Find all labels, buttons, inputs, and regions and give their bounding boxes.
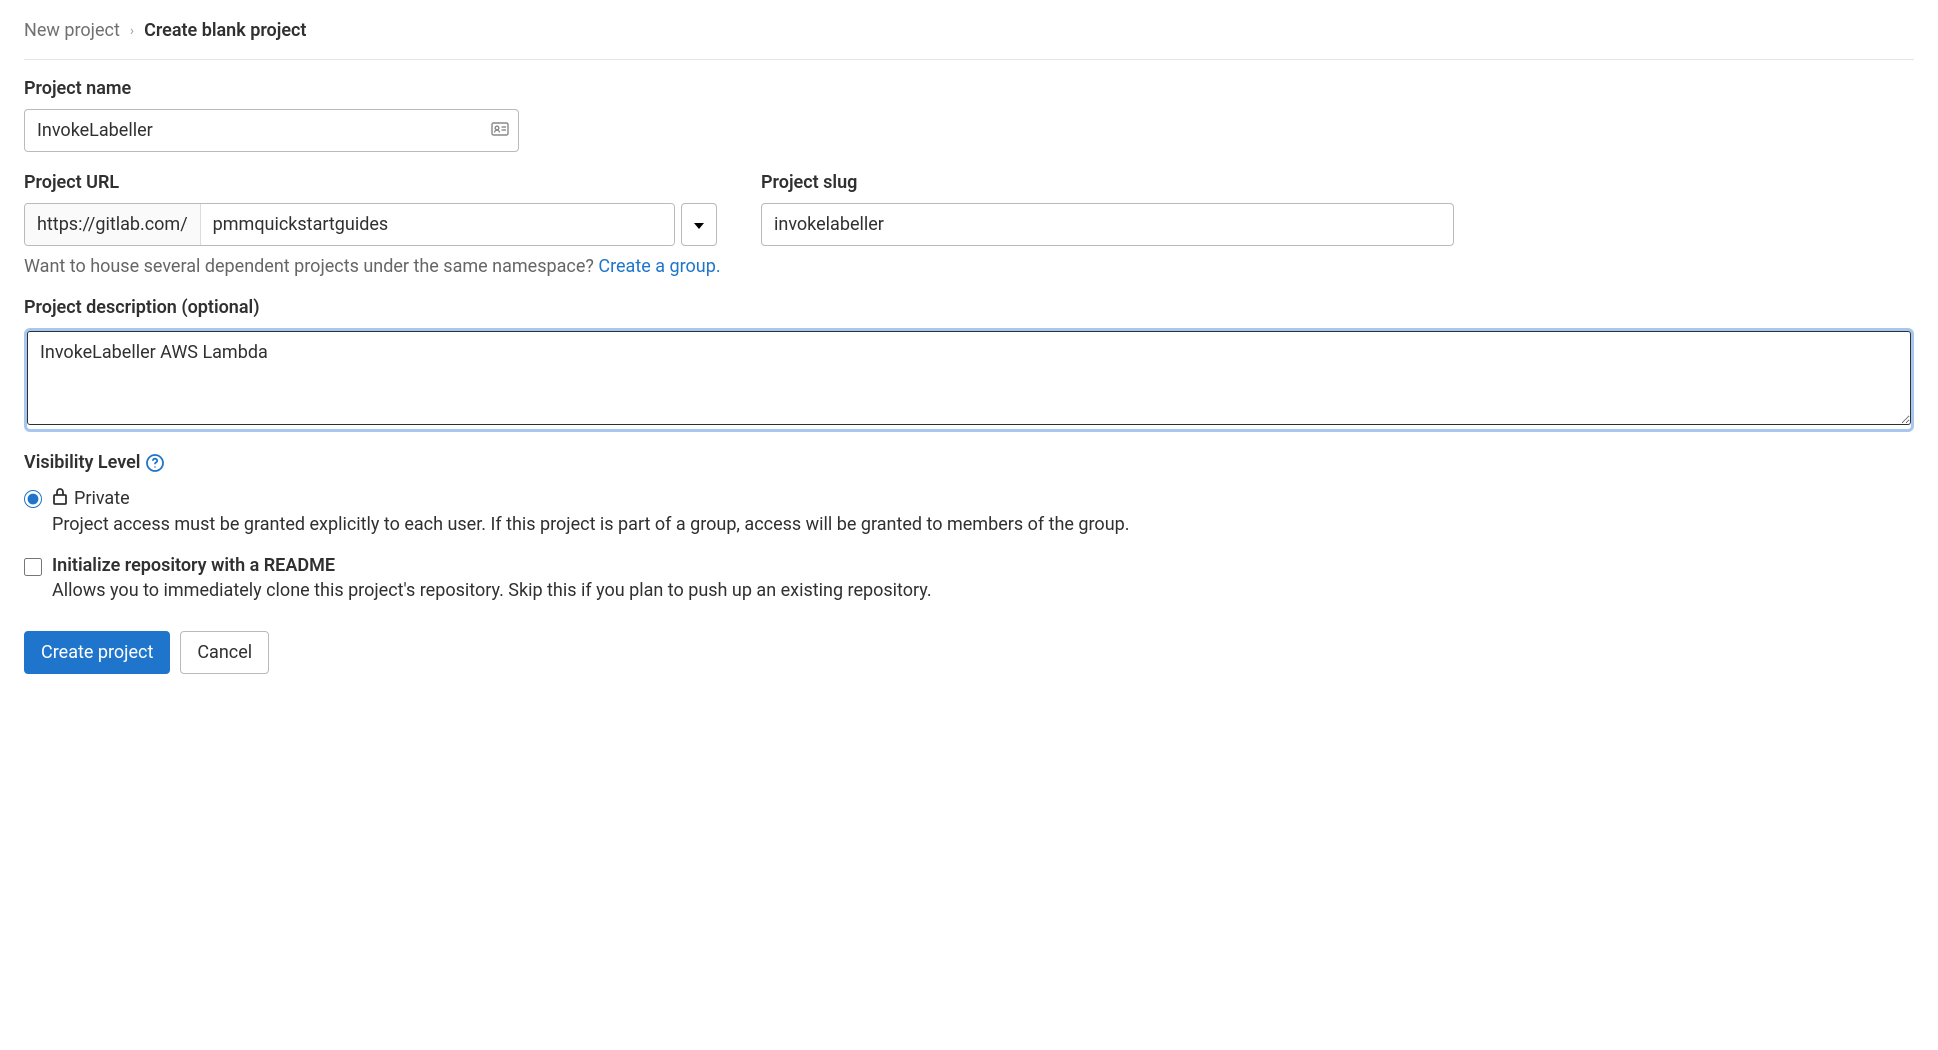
readme-checkbox[interactable] <box>24 558 42 576</box>
cancel-button[interactable]: Cancel <box>180 631 269 674</box>
create-project-button[interactable]: Create project <box>24 631 170 674</box>
visibility-private-radio[interactable] <box>24 490 42 508</box>
divider <box>24 59 1914 60</box>
chevron-right-icon: › <box>130 23 134 39</box>
description-group: Project description (optional) InvokeLab… <box>24 297 1914 432</box>
readme-title: Initialize repository with a README <box>52 555 932 576</box>
breadcrumb: New project › Create blank project <box>24 20 1914 41</box>
description-textarea[interactable]: InvokeLabeller AWS Lambda <box>27 331 1911 425</box>
project-name-input[interactable] <box>24 109 519 152</box>
project-name-label: Project name <box>24 78 1914 99</box>
lock-icon <box>52 487 68 510</box>
url-prefix: https://gitlab.com/ <box>25 204 201 245</box>
create-group-link[interactable]: Create a group. <box>598 256 720 277</box>
visibility-option-desc: Project access must be granted explicitl… <box>52 514 1129 535</box>
project-url-label: Project URL <box>24 172 717 193</box>
namespace-help-text: Want to house several dependent projects… <box>24 256 1914 277</box>
visibility-private-option: Private Project access must be granted e… <box>24 487 1914 535</box>
project-slug-group: Project slug <box>761 172 1454 246</box>
breadcrumb-current: Create blank project <box>144 20 306 41</box>
namespace-select[interactable]: pmmquickstartguides <box>201 204 674 245</box>
action-buttons: Create project Cancel <box>24 631 1914 674</box>
readme-desc: Allows you to immediately clone this pro… <box>52 580 932 601</box>
visibility-option-title: Private <box>74 488 130 509</box>
description-label: Project description (optional) <box>24 297 1914 318</box>
chevron-down-icon <box>694 217 704 232</box>
readme-option: Initialize repository with a README Allo… <box>24 555 1914 601</box>
help-icon[interactable] <box>146 454 164 472</box>
project-slug-input[interactable] <box>761 203 1454 246</box>
project-slug-label: Project slug <box>761 172 1454 193</box>
project-url-group: Project URL https://gitlab.com/ pmmquick… <box>24 172 717 246</box>
namespace-dropdown-toggle[interactable] <box>681 203 717 246</box>
visibility-label: Visibility Level <box>24 452 1914 473</box>
breadcrumb-parent-link[interactable]: New project <box>24 20 120 41</box>
project-name-group: Project name <box>24 78 1914 152</box>
